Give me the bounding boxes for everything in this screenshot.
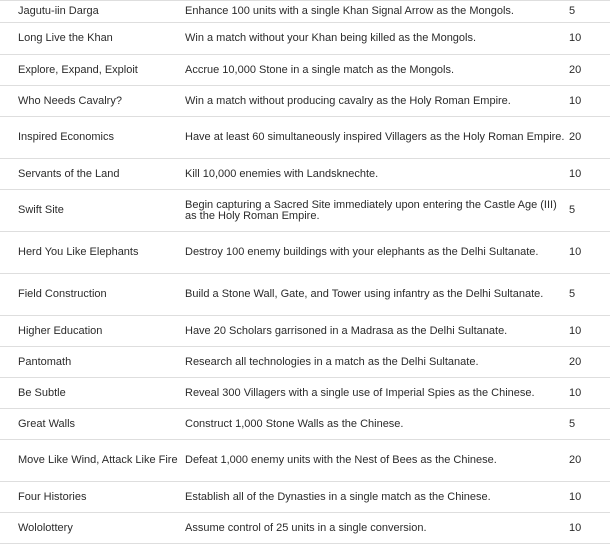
achievement-points: 5: [569, 0, 610, 23]
table-row: Higher Education Have 20 Scholars garris…: [0, 315, 610, 347]
achievement-description: Establish all of the Dynasties in a sing…: [185, 481, 569, 513]
achievement-points: 10: [569, 22, 610, 55]
achievement-points: 10: [569, 85, 610, 117]
achievement-description: Accrue 10,000 Stone in a single match as…: [185, 54, 569, 86]
achievement-description: Have 20 Scholars garrisoned in a Madrasa…: [185, 315, 569, 347]
achievement-points: 10: [569, 315, 610, 347]
table-row: Swift Site Begin capturing a Sacred Site…: [0, 189, 610, 232]
achievement-name: Jagutu-iin Darga: [0, 0, 185, 23]
table-row: Pantomath Research all technologies in a…: [0, 346, 610, 378]
achievement-points: 10: [569, 512, 610, 544]
achievement-name: Move Like Wind, Attack Like Fire: [0, 439, 185, 482]
achievement-description: Have at least 60 simultaneously inspired…: [185, 116, 569, 159]
table-row: Who Needs Cavalry? Win a match without p…: [0, 85, 610, 117]
achievement-description: Reveal 300 Villagers with a single use o…: [185, 377, 569, 409]
table-row: Explore, Expand, Exploit Accrue 10,000 S…: [0, 54, 610, 86]
achievement-points: 5: [569, 273, 610, 316]
table-row: Move Like Wind, Attack Like Fire Defeat …: [0, 439, 610, 482]
table-row: Field Construction Build a Stone Wall, G…: [0, 273, 610, 316]
table-row: Herd You Like Elephants Destroy 100 enem…: [0, 231, 610, 274]
table-row: Jagutu-iin Darga Enhance 100 units with …: [0, 0, 610, 23]
achievement-points: 5: [569, 408, 610, 440]
achievement-description: Build a Stone Wall, Gate, and Tower usin…: [185, 273, 569, 316]
achievement-name: Long Live the Khan: [0, 22, 185, 55]
achievement-points: 10: [569, 231, 610, 274]
achievement-name: Four Histories: [0, 481, 185, 513]
achievement-points: 5: [569, 189, 610, 232]
achievements-table: Jagutu-iin Darga Enhance 100 units with …: [0, 0, 610, 544]
achievement-points: 10: [569, 377, 610, 409]
achievement-description: Destroy 100 enemy buildings with your el…: [185, 231, 569, 274]
achievement-name: Inspired Economics: [0, 116, 185, 159]
achievement-points: 20: [569, 439, 610, 482]
achievement-name: Pantomath: [0, 346, 185, 378]
achievement-name: Who Needs Cavalry?: [0, 85, 185, 117]
achievement-description: Begin capturing a Sacred Site immediatel…: [185, 189, 569, 232]
achievement-name: Herd You Like Elephants: [0, 231, 185, 274]
table-row: Great Walls Construct 1,000 Stone Walls …: [0, 408, 610, 440]
achievement-name: Servants of the Land: [0, 158, 185, 190]
achievement-name: Field Construction: [0, 273, 185, 316]
achievement-name: Higher Education: [0, 315, 185, 347]
achievement-points: 20: [569, 346, 610, 378]
achievement-description: Kill 10,000 enemies with Landsknechte.: [185, 158, 569, 190]
achievement-description: Win a match without producing cavalry as…: [185, 85, 569, 117]
table-row: Be Subtle Reveal 300 Villagers with a si…: [0, 377, 610, 409]
achievement-description: Assume control of 25 units in a single c…: [185, 512, 569, 544]
achievement-description: Win a match without your Khan being kill…: [185, 22, 569, 55]
achievement-name: Swift Site: [0, 189, 185, 232]
table-row: Inspired Economics Have at least 60 simu…: [0, 116, 610, 159]
achievement-points: 10: [569, 158, 610, 190]
achievement-description: Defeat 1,000 enemy units with the Nest o…: [185, 439, 569, 482]
achievement-name: Great Walls: [0, 408, 185, 440]
table-row: Long Live the Khan Win a match without y…: [0, 22, 610, 55]
achievement-points: 20: [569, 116, 610, 159]
achievement-points: 20: [569, 54, 610, 86]
table-row: Four Histories Establish all of the Dyna…: [0, 481, 610, 513]
achievement-description: Construct 1,000 Stone Walls as the Chine…: [185, 408, 569, 440]
table-row: Servants of the Land Kill 10,000 enemies…: [0, 158, 610, 190]
achievement-description: Research all technologies in a match as …: [185, 346, 569, 378]
achievement-points: 10: [569, 481, 610, 513]
table-row: Wololottery Assume control of 25 units i…: [0, 512, 610, 544]
achievement-name: Wololottery: [0, 512, 185, 544]
achievement-name: Be Subtle: [0, 377, 185, 409]
achievement-description: Enhance 100 units with a single Khan Sig…: [185, 0, 569, 23]
achievement-name: Explore, Expand, Exploit: [0, 54, 185, 86]
achievements-table-body: Jagutu-iin Darga Enhance 100 units with …: [0, 0, 610, 544]
